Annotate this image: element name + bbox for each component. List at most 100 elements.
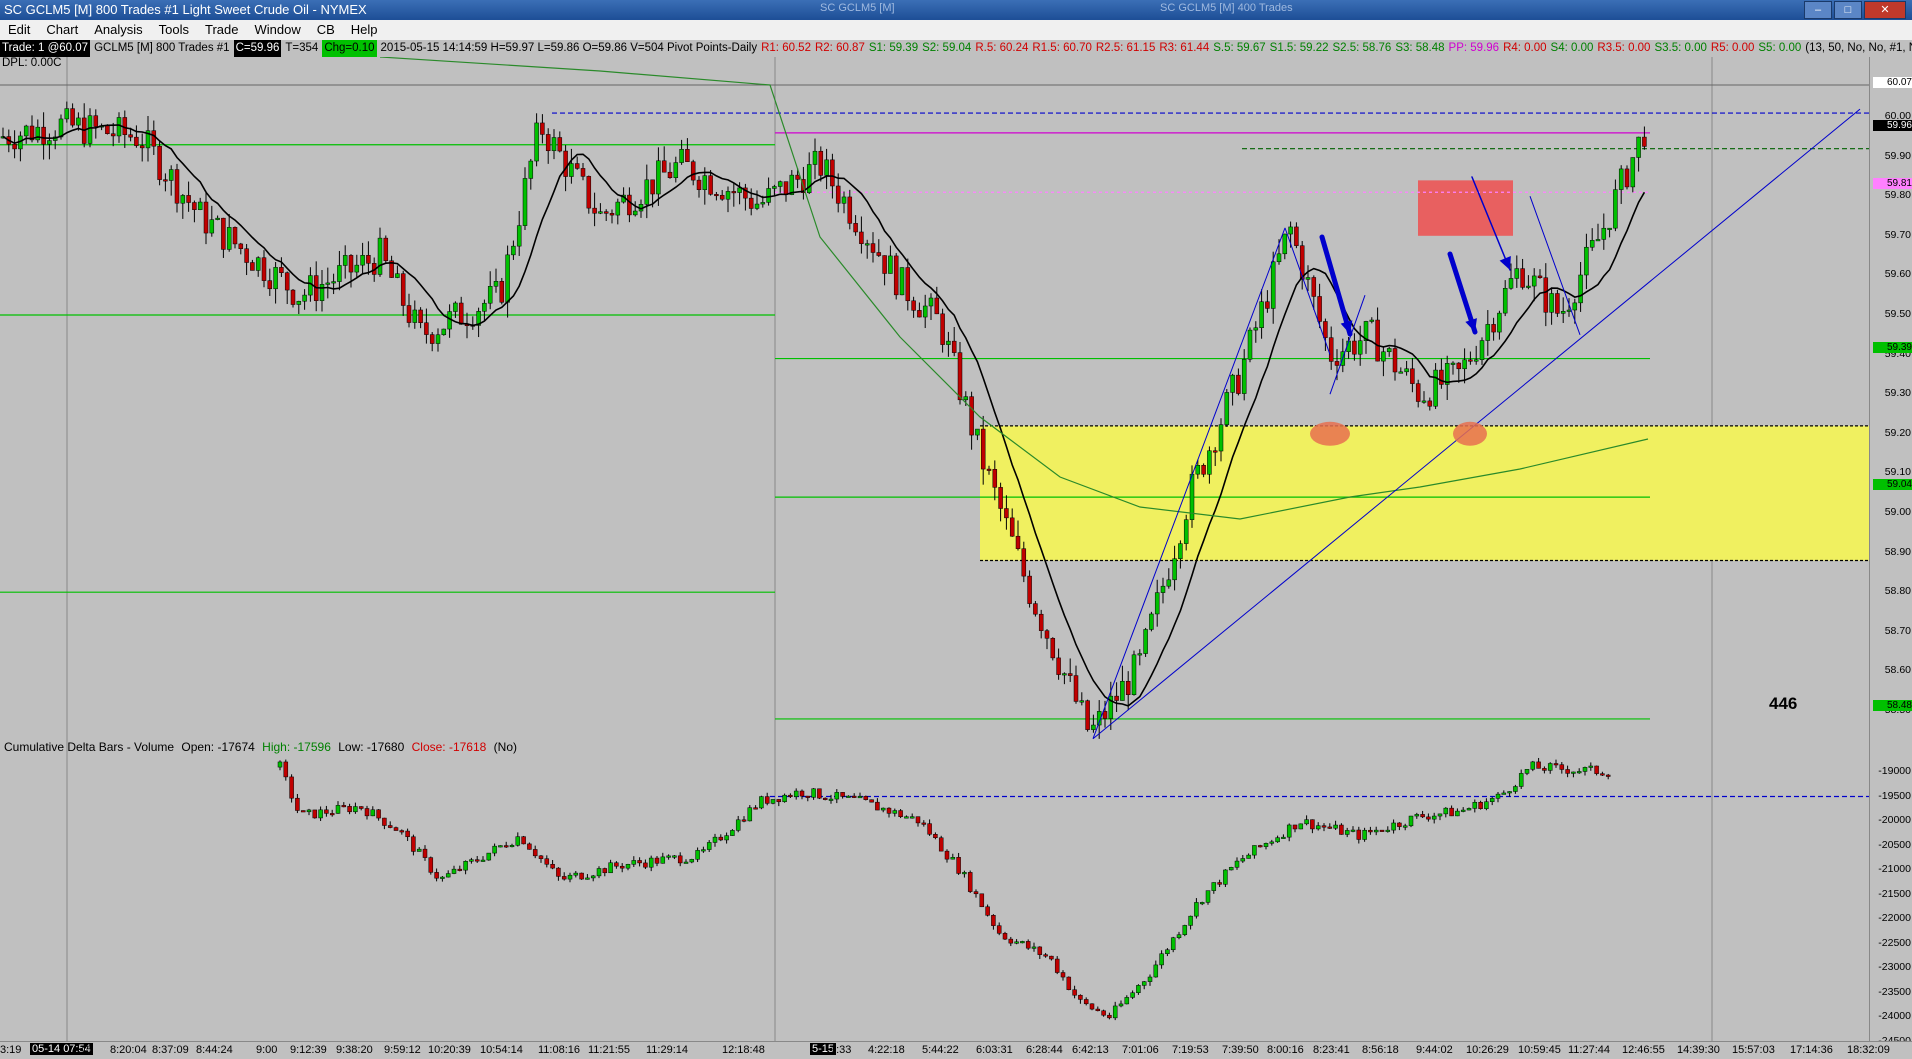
fast-moving-average [2,124,1646,707]
delta-bar [1078,994,1083,1000]
delta-bar [1350,829,1356,832]
delta-bar [695,850,700,860]
price-candle [876,252,882,256]
price-candle [719,194,725,200]
delta-bar [637,860,642,864]
delta-bar [828,798,834,801]
delta-tick-label: -20000 [1878,814,1911,826]
delta-bar [457,868,463,871]
price-candle [1241,359,1247,394]
price-candle [1566,309,1572,312]
price-candle [244,248,249,263]
price-candle [545,134,551,152]
pivot-value: S2.5: 58.76 [1332,42,1392,54]
delta-bar [1455,810,1460,817]
menu-cb[interactable]: CB [309,20,343,40]
price-candle [754,203,760,209]
price-candle [1102,711,1108,719]
time-tick-label: 1:33 [830,1044,852,1056]
price-candle [511,245,516,256]
maximize-icon[interactable]: □ [1834,1,1862,19]
price-candle [830,159,835,187]
price-candle [893,255,899,296]
delta-bar [277,761,283,768]
price-candle [1404,368,1409,373]
price-candle [1044,630,1050,639]
pivot-value: R2: 60.87 [814,42,865,54]
pivot-value: S4: 0.00 [1550,42,1594,54]
delta-bar [1107,1014,1112,1019]
delta-bar [1373,829,1379,833]
delta-bar [289,776,294,799]
trade-position[interactable]: Trade: 1 @60.07 [0,40,91,57]
annotation-arrowhead [1465,318,1477,332]
time-axis[interactable]: 05-14 07:54 5-15 3:19 43 8:20:04 8:37:09 8:4… [0,1041,1912,1059]
price-candle [557,137,563,152]
price-candle [1462,359,1467,370]
price-candle [186,195,191,203]
price-candle [12,143,17,150]
price-candle [1114,695,1119,701]
price-candle [864,243,870,246]
price-candle [841,196,847,204]
price-candle [87,115,93,144]
delta-bar [590,875,596,879]
price-candle [969,396,974,436]
price-candle [1172,558,1177,581]
delta-bar [1054,958,1060,973]
price-tick-label: 59.70 [1884,228,1911,241]
delta-bar [579,872,584,880]
menu-edit[interactable]: Edit [0,20,38,40]
delta-bar [614,862,619,867]
price-candle [331,281,336,284]
delta-tick-label: -22000 [1878,912,1911,924]
delta-bar [1495,793,1501,799]
menu-analysis[interactable]: Analysis [86,20,150,40]
menu-trade[interactable]: Trade [197,20,246,40]
delta-bar [1025,941,1031,949]
price-candle [835,185,841,204]
delta-bar [1605,774,1611,777]
price-candle [818,150,824,176]
delta-bar [1420,814,1425,818]
price-candle [685,149,690,162]
price-candle [766,188,771,203]
menu-tools[interactable]: Tools [151,20,197,40]
minimize-icon[interactable]: – [1804,1,1832,19]
price-candle [1137,653,1143,656]
menu-chart[interactable]: Chart [38,20,86,40]
price-candle [1543,277,1549,313]
menu-window[interactable]: Window [246,20,308,40]
price-chart[interactable] [0,57,1869,740]
price-candle [731,191,737,194]
price-candle [197,201,203,210]
time-tick-label: 6:42:13 [1072,1044,1109,1056]
close-icon[interactable]: ✕ [1864,1,1906,19]
price-candle [1485,324,1491,341]
price-axis[interactable]: 60.00 59.90 59.80 59.70 59.60 59.50 59.40 59.30… [1869,57,1912,740]
delta-bar [1257,845,1263,848]
pullback-marker [1310,421,1350,446]
ghost-tab[interactable]: SC GCLM5 [M] 400 Trades [1160,2,1293,14]
price-candle [905,267,911,302]
delta-bar [915,816,921,824]
price-candle [656,160,661,195]
price-candle [1276,253,1282,263]
price-candle [1027,575,1032,604]
price-candle [777,181,783,187]
time-tick-label: 18:32:09 [1847,1044,1890,1056]
menu-help[interactable]: Help [343,20,386,40]
price-candle [1323,321,1328,338]
delta-bar [1559,764,1565,770]
delta-bar [962,872,967,875]
delta-axis[interactable]: -19000 -19500 -20000 -20500 -21000 -21500 -220… [1869,740,1912,1047]
cumulative-delta-chart[interactable] [0,740,1869,1041]
delta-bar [1095,1008,1101,1012]
price-candle [290,289,296,305]
price-candle [105,125,110,134]
delta-bar [393,827,399,831]
ghost-tab[interactable]: SC GCLM5 [M] [820,2,895,14]
delta-bar [1397,822,1402,827]
price-candle [598,211,603,214]
bar-stats: 2015-05-15 14:14:59 H=59.97 L=59.86 O=59… [380,42,758,54]
